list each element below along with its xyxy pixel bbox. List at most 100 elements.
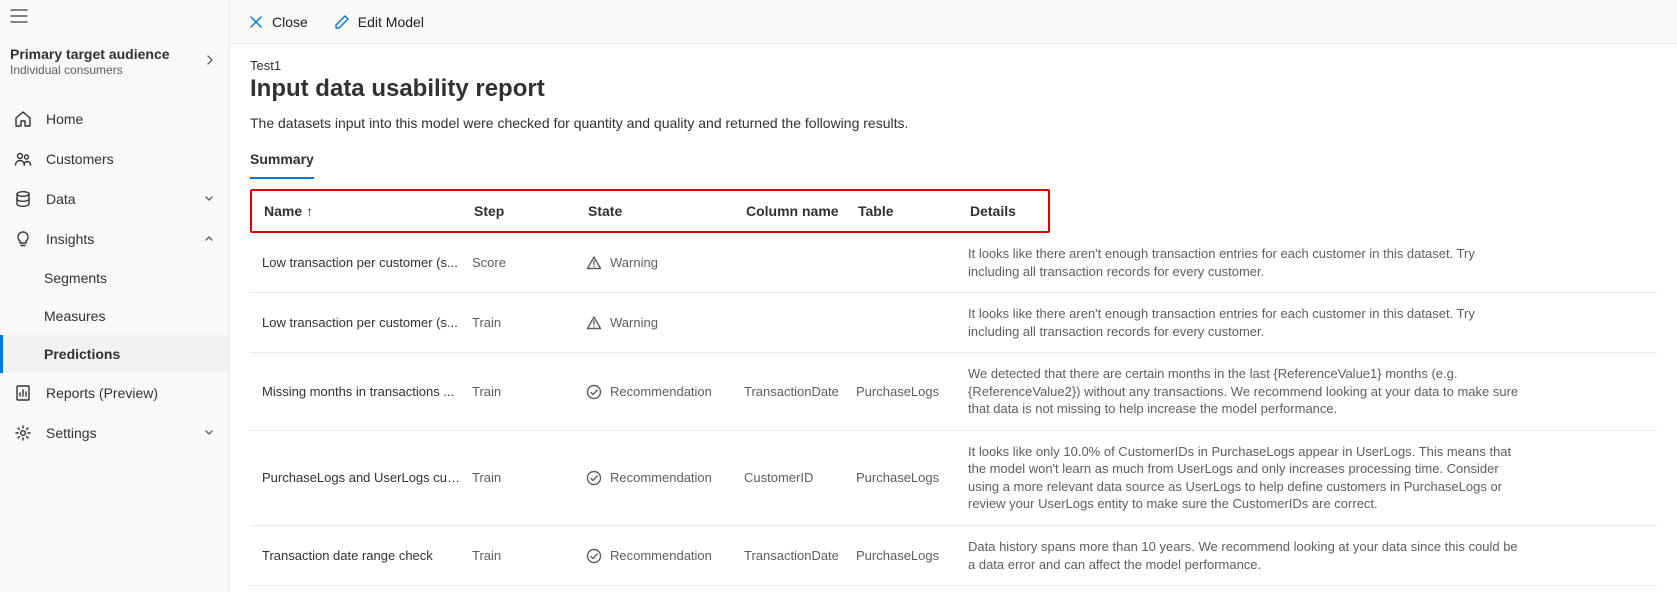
sidebar-item-label: Predictions	[44, 346, 120, 362]
state-text: Warning	[610, 315, 658, 330]
chevron-down-icon	[203, 425, 215, 441]
col-header-table[interactable]: Table	[858, 203, 970, 219]
sidebar-item-home[interactable]: Home	[0, 99, 229, 139]
hamburger-icon	[10, 9, 28, 23]
edit-icon	[334, 14, 350, 30]
col-header-column[interactable]: Column name	[746, 203, 858, 219]
page-description: The datasets input into this model were …	[250, 115, 1657, 131]
sidebar-item-label: Customers	[46, 151, 114, 167]
cell-step: Score	[472, 255, 586, 270]
page-title: Input data usability report	[250, 75, 1657, 103]
content: Test1 Input data usability report The da…	[230, 44, 1677, 592]
sidebar-item-label: Home	[46, 111, 83, 127]
cell-details: It looks like only 10.0% of CustomerIDs …	[968, 443, 1645, 513]
sidebar-item-label: Settings	[46, 425, 97, 441]
cell-name: Missing months in transactions ...	[262, 384, 472, 399]
sidebar-item-data[interactable]: Data	[0, 179, 229, 219]
gear-icon	[14, 424, 32, 442]
command-bar: Close Edit Model	[230, 0, 1677, 44]
check-circle-icon	[586, 548, 602, 564]
cell-state: Warning	[586, 315, 744, 331]
cell-state: Warning	[586, 255, 744, 271]
target-audience-subtitle: Individual consumers	[10, 63, 170, 77]
edit-label: Edit Model	[358, 14, 424, 30]
col-header-details[interactable]: Details	[970, 203, 1036, 219]
sidebar-item-predictions[interactable]: Predictions	[0, 335, 229, 373]
hamburger-menu-button[interactable]	[0, 6, 229, 36]
target-audience-text: Primary target audience Individual consu…	[10, 46, 170, 77]
target-audience-selector[interactable]: Primary target audience Individual consu…	[0, 36, 229, 87]
home-icon	[14, 110, 32, 128]
cell-state: Recommendation	[586, 470, 744, 486]
table-row[interactable]: Low transaction per customer (s...Train W…	[250, 293, 1657, 353]
warning-icon	[586, 255, 602, 271]
cell-name: PurchaseLogs and UserLogs cus...	[262, 470, 472, 485]
cell-details: It looks like there aren't enough transa…	[968, 245, 1645, 280]
sidebar-item-label: Segments	[44, 270, 107, 286]
chevron-down-icon	[203, 191, 215, 207]
tab-summary[interactable]: Summary	[250, 145, 314, 179]
sidebar-item-label: Data	[46, 191, 76, 207]
check-circle-icon	[586, 470, 602, 486]
cell-table: PurchaseLogs	[856, 470, 968, 485]
close-label: Close	[272, 14, 308, 30]
state-text: Recommendation	[610, 548, 712, 563]
cell-name: Low transaction per customer (s...	[262, 255, 472, 270]
cell-name: Low transaction per customer (s...	[262, 315, 472, 330]
sidebar-item-measures[interactable]: Measures	[0, 297, 229, 335]
table-row[interactable]: Low transaction per customer (s...Score W…	[250, 233, 1657, 293]
report-table: Name↑ Step State Column name Table Detai…	[250, 189, 1657, 586]
sidebar-item-settings[interactable]: Settings	[0, 413, 229, 453]
cell-state: Recommendation	[586, 384, 744, 400]
sidebar-item-label: Insights	[46, 231, 94, 247]
main: Close Edit Model Test1 Input data usabil…	[230, 0, 1677, 592]
table-row[interactable]: Transaction date range checkTrain Recomme…	[250, 526, 1657, 586]
people-icon	[14, 150, 32, 168]
lightbulb-icon	[14, 230, 32, 248]
state-text: Recommendation	[610, 470, 712, 485]
sidebar: Primary target audience Individual consu…	[0, 0, 230, 592]
sidebar-item-customers[interactable]: Customers	[0, 139, 229, 179]
state-text: Recommendation	[610, 384, 712, 399]
cell-name: Transaction date range check	[262, 548, 472, 563]
cell-step: Train	[472, 315, 586, 330]
sidebar-item-label: Measures	[44, 308, 105, 324]
cell-step: Train	[472, 548, 586, 563]
cell-column: TransactionDate	[744, 384, 856, 399]
sort-asc-icon: ↑	[306, 203, 313, 219]
chevron-up-icon	[203, 231, 215, 247]
breadcrumb[interactable]: Test1	[250, 58, 1657, 73]
cell-step: Train	[472, 470, 586, 485]
col-header-name[interactable]: Name↑	[264, 203, 474, 219]
cell-column: TransactionDate	[744, 548, 856, 563]
cell-step: Train	[472, 384, 586, 399]
table-header-row: Name↑ Step State Column name Table Detai…	[250, 189, 1050, 233]
edit-model-button[interactable]: Edit Model	[330, 8, 428, 36]
table-row[interactable]: Missing months in transactions ...Train R…	[250, 353, 1657, 431]
col-header-state[interactable]: State	[588, 203, 746, 219]
col-header-step[interactable]: Step	[474, 203, 588, 219]
cell-table: PurchaseLogs	[856, 384, 968, 399]
cell-details: We detected that there are certain month…	[968, 365, 1645, 418]
sidebar-item-label: Reports (Preview)	[46, 385, 158, 401]
table-row[interactable]: PurchaseLogs and UserLogs cus...Train Rec…	[250, 431, 1657, 526]
cell-table: PurchaseLogs	[856, 548, 968, 563]
chevron-right-icon	[205, 53, 215, 70]
state-text: Warning	[610, 255, 658, 270]
sidebar-item-reports[interactable]: Reports (Preview)	[0, 373, 229, 413]
close-button[interactable]: Close	[244, 8, 312, 36]
cell-details: It looks like there aren't enough transa…	[968, 305, 1645, 340]
cell-details: Data history spans more than 10 years. W…	[968, 538, 1645, 573]
target-audience-title: Primary target audience	[10, 46, 170, 62]
sidebar-item-insights[interactable]: Insights	[0, 219, 229, 259]
close-icon	[248, 14, 264, 30]
nav-list: Home Customers Data Insights Segments Me…	[0, 99, 229, 453]
check-circle-icon	[586, 384, 602, 400]
cell-column: CustomerID	[744, 470, 856, 485]
warning-icon	[586, 315, 602, 331]
tabs: Summary	[250, 145, 1657, 179]
cell-state: Recommendation	[586, 548, 744, 564]
report-icon	[14, 384, 32, 402]
sidebar-item-segments[interactable]: Segments	[0, 259, 229, 297]
database-icon	[14, 190, 32, 208]
